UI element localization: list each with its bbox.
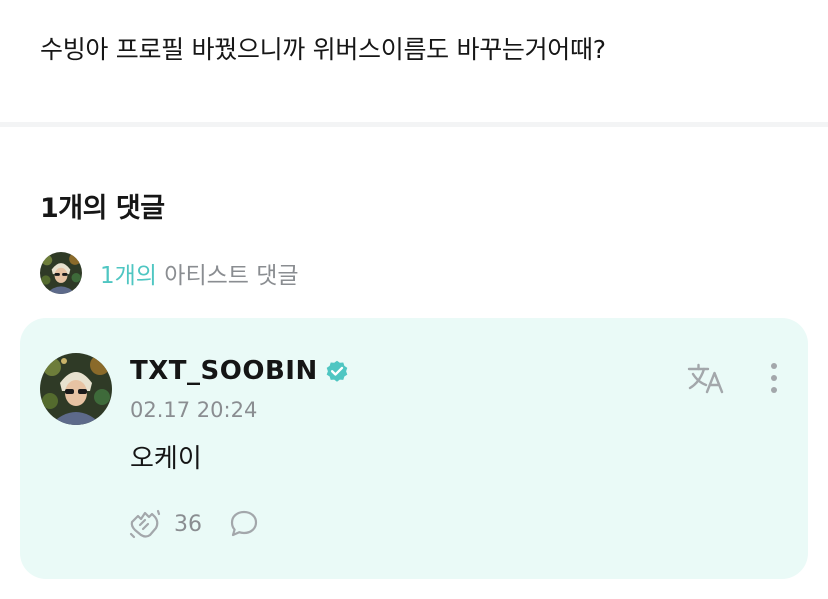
artist-comment-suffix: 아티스트 댓글 [156,263,299,289]
comment-author-avatar[interactable] [40,353,112,425]
verified-badge-icon [324,358,350,384]
post-text: 수빙아 프로필 바꿨으니까 위버스이름도 바꾸는거어때? [40,35,606,64]
artist-comment-card: TXT_SOOBIN 02.17 20:24 오케이 36 [20,318,808,579]
more-vertical-icon [771,363,777,369]
more-options-button[interactable] [760,358,788,398]
artist-comments-label: 1개의 아티스트 댓글 [100,256,299,290]
cheer-count: 36 [174,511,202,537]
reply-button[interactable] [228,508,260,540]
comment-actions: 36 [128,506,260,542]
comments-title: 1개의 댓글 [40,193,165,224]
translate-icon [687,363,724,394]
comment-author-row: TXT_SOOBIN [130,356,350,386]
comment-timestamp: 02.17 20:24 [130,398,258,422]
cheer-button[interactable]: 36 [128,508,202,540]
translate-button[interactable] [684,358,728,398]
comment-author-name[interactable]: TXT_SOOBIN [130,356,318,386]
artist-comments-filter[interactable]: 1개의 아티스트 댓글 [40,252,299,294]
more-dot [771,375,777,381]
artist-comment-count: 1개의 [100,263,157,289]
artist-avatar-small [40,252,82,294]
reply-bubble-icon [230,510,258,537]
section-divider [0,122,828,127]
comment-body: 오케이 [130,444,202,474]
more-dot [771,387,777,393]
cheer-hands-icon [129,509,161,539]
